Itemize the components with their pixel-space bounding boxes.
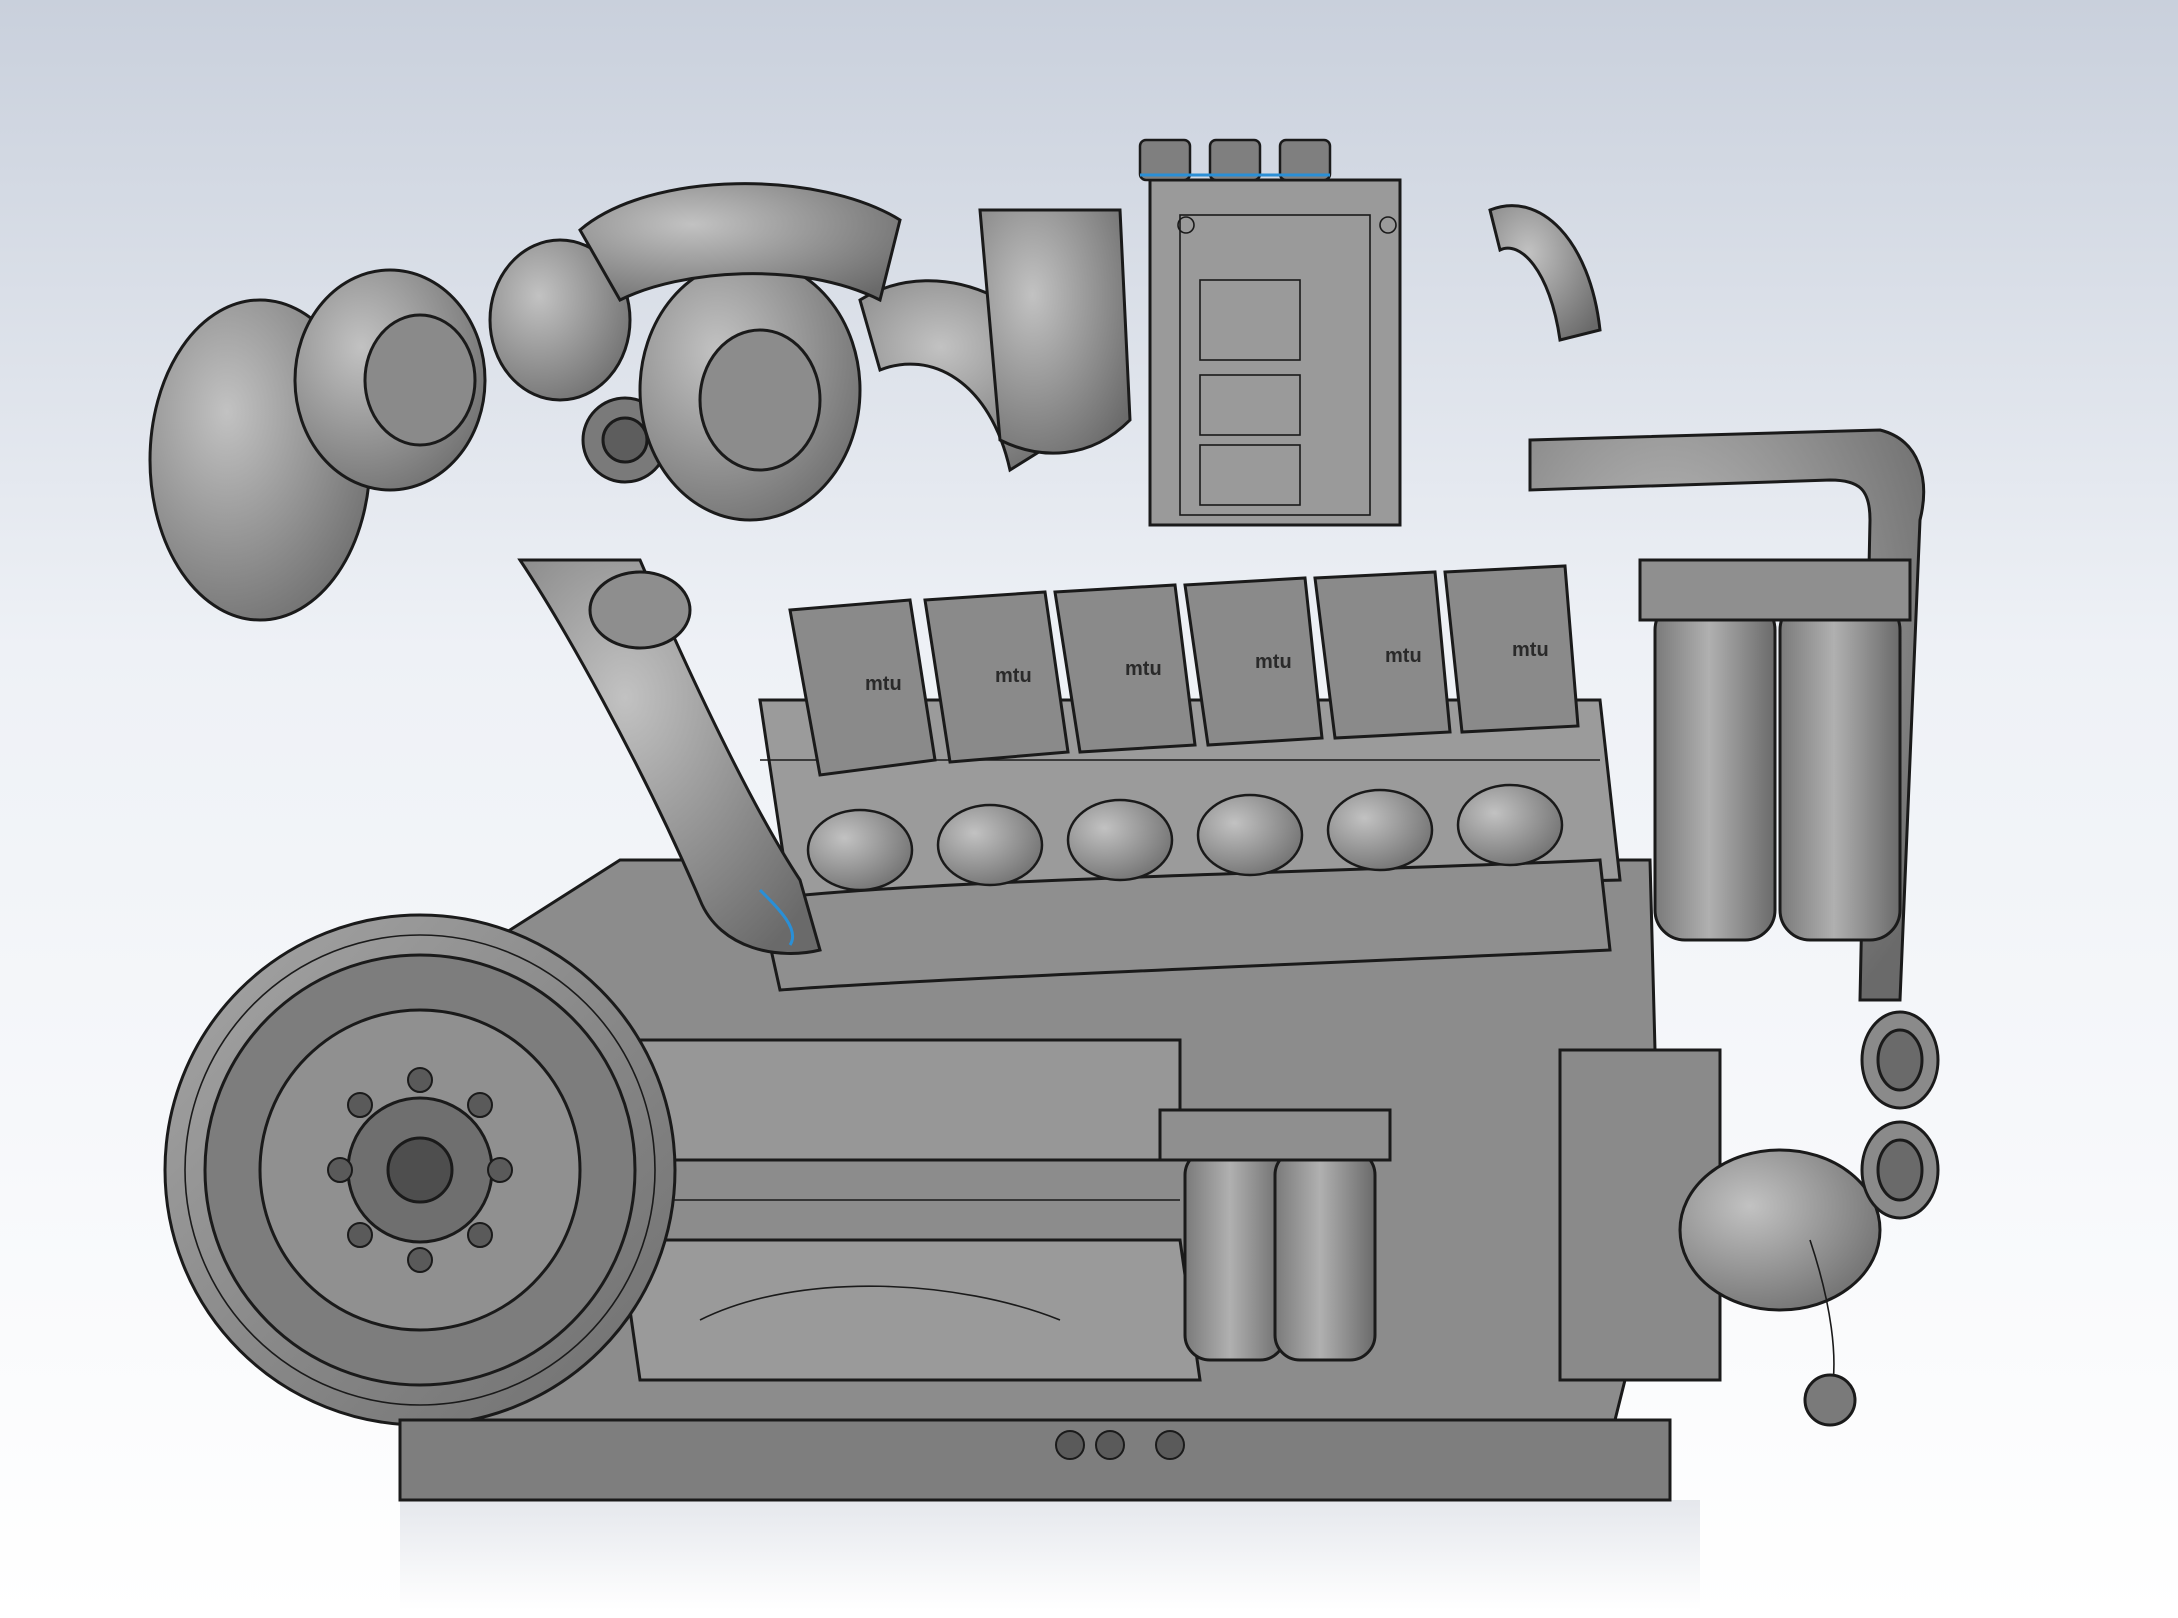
oil-pan[interactable] [398, 1418, 1672, 1502]
cylinder-head-4[interactable]: mtu [1183, 576, 1324, 747]
engine-control-unit[interactable] [1138, 138, 1402, 527]
fuel-filter-lower[interactable] [1158, 1108, 1392, 1362]
cylinder-head-2[interactable]: mtu [923, 590, 1070, 764]
cylinder-head-6[interactable]: mtu [1443, 564, 1580, 734]
head-label: mtu [1125, 658, 1162, 680]
front-end-pump[interactable] [1558, 1010, 1940, 1427]
flywheel-housing[interactable] [163, 913, 677, 1427]
cad-viewport[interactable]: mtu mtu mtu mtu mtu mtu [0, 0, 2178, 1618]
floor-reflection [400, 1500, 1700, 1610]
head-label: mtu [995, 665, 1032, 687]
head-label: mtu [1512, 639, 1549, 661]
fuel-filter-right[interactable] [1638, 558, 1912, 942]
head-label: mtu [1385, 645, 1422, 667]
cylinder-head-5[interactable]: mtu [1313, 570, 1452, 740]
engine-model[interactable]: mtu mtu mtu mtu mtu mtu [0, 0, 2178, 1618]
intake-elbow[interactable] [978, 208, 1132, 455]
head-label: mtu [865, 673, 902, 695]
cylinder-head-3[interactable]: mtu [1053, 583, 1197, 754]
head-label: mtu [1255, 651, 1292, 673]
